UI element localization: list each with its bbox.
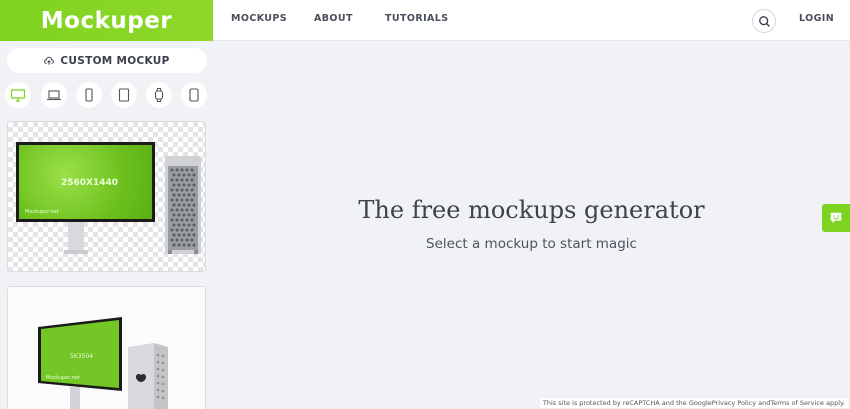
desktop-filter[interactable] bbox=[5, 82, 31, 108]
recaptcha-notice: This site is protected by reCAPTCHA and … bbox=[539, 398, 848, 408]
nav-about[interactable]: ABOUT bbox=[314, 13, 353, 24]
mockup-card-pro-display[interactable]: 2560X1440 Mockuper.net bbox=[7, 121, 206, 272]
sidebar: Mockuper CUSTOM MOCKUP 2560X1440 Mockupe… bbox=[0, 0, 213, 409]
mockup-card-perspective[interactable]: 5K3504 Mockuper.net bbox=[7, 286, 206, 409]
watch-icon bbox=[154, 87, 164, 103]
nav-mockups[interactable]: MOCKUPS bbox=[231, 13, 287, 24]
brand-name: Mockuper bbox=[40, 7, 173, 34]
chat-icon bbox=[830, 212, 842, 224]
tablet-filter[interactable] bbox=[111, 82, 137, 108]
phone-filter[interactable] bbox=[76, 82, 102, 108]
phone-icon bbox=[85, 88, 93, 102]
chat-widget-button[interactable] bbox=[822, 204, 850, 232]
login-link[interactable]: LOGIN bbox=[799, 13, 834, 24]
custom-mockup-label: CUSTOM MOCKUP bbox=[60, 54, 170, 67]
laptop-icon bbox=[47, 90, 61, 101]
search-icon bbox=[758, 15, 770, 27]
nav-tutorials[interactable]: TUTORIALS bbox=[385, 13, 448, 24]
top-navigation: MOCKUPS ABOUT TUTORIALS LOGIN bbox=[213, 0, 850, 41]
watch-filter[interactable] bbox=[146, 82, 172, 108]
perspective-display-image bbox=[8, 287, 205, 409]
monitor-icon bbox=[10, 89, 26, 102]
logo[interactable]: Mockuper bbox=[0, 0, 213, 41]
upload-cloud-icon bbox=[44, 56, 55, 65]
device-frame-icon bbox=[189, 88, 199, 102]
custom-mockup-button[interactable]: CUSTOM MOCKUP bbox=[7, 48, 207, 73]
other-device-filter[interactable] bbox=[181, 82, 207, 108]
mockup-resolution: 2560X1440 bbox=[61, 178, 119, 188]
mockup-resolution: 5K3504 bbox=[70, 353, 94, 360]
search-button[interactable] bbox=[752, 9, 776, 33]
mockup-watermark: Mockuper.net bbox=[46, 375, 80, 381]
laptop-filter[interactable] bbox=[41, 82, 67, 108]
page-subtitle: Select a mockup to start magic bbox=[426, 236, 637, 252]
tablet-icon bbox=[118, 88, 130, 102]
device-filter-bar bbox=[5, 82, 210, 108]
mockup-watermark: Mockuper.net bbox=[25, 209, 59, 215]
page-title: The free mockups generator bbox=[358, 196, 705, 224]
